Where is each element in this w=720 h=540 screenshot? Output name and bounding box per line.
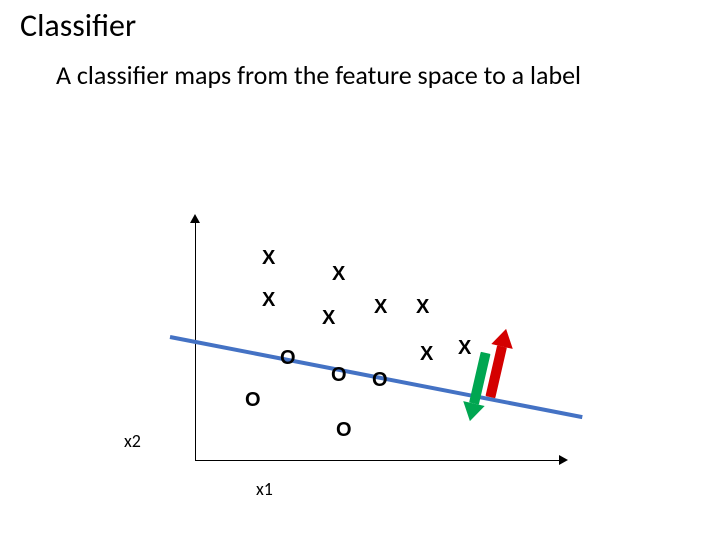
point-o: O	[331, 365, 347, 385]
y-axis-arrowhead	[190, 214, 200, 223]
page-title: Classifier	[20, 6, 136, 45]
point-x: X	[322, 308, 335, 328]
y-axis-label: x2	[124, 430, 141, 452]
point-x: X	[374, 297, 387, 317]
point-x: X	[420, 344, 433, 364]
x-axis-arrowhead	[559, 455, 568, 465]
page-description: A classifier maps from the feature space…	[56, 60, 656, 91]
x-axis	[195, 460, 560, 461]
point-o: O	[336, 420, 352, 440]
point-x: X	[262, 290, 275, 310]
x-axis-label: x1	[256, 478, 273, 500]
point-x: X	[416, 297, 429, 317]
point-x: X	[332, 264, 345, 284]
point-x: X	[458, 338, 471, 358]
point-o: O	[245, 390, 261, 410]
point-x: X	[262, 248, 275, 268]
point-o: O	[280, 348, 296, 368]
point-o: O	[372, 370, 388, 390]
classifier-scatter-plot: X X X X X X X X O O O O O x2 x1	[100, 220, 570, 500]
